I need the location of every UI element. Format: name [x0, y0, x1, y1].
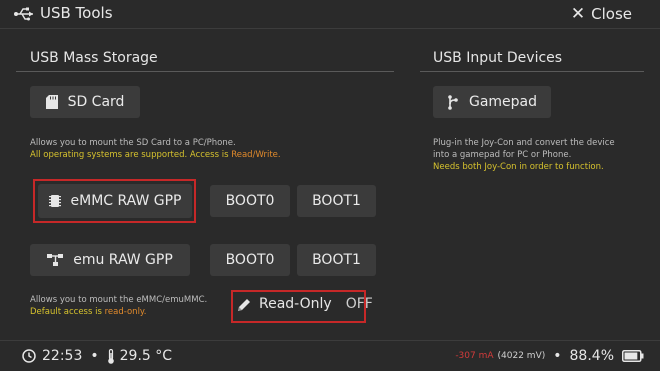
app-title: USB Tools: [40, 4, 113, 22]
emu-raw-gpp-button[interactable]: emu RAW GPP: [30, 244, 190, 276]
network-icon: [47, 253, 64, 267]
emmc-default-access: read-only.: [104, 307, 147, 317]
mass-storage-rule: [16, 71, 394, 72]
separator-dot: •: [90, 348, 99, 364]
thermometer-icon: [107, 348, 115, 364]
input-devices-rule: [420, 71, 644, 72]
read-only-highlight: [231, 290, 366, 323]
usb-icon: [14, 7, 33, 21]
separator-dot-2: •: [553, 348, 562, 364]
close-icon: ✕: [570, 4, 586, 24]
header-divider: [0, 28, 660, 29]
sd-desc-line2: All operating systems are supported. Acc…: [30, 150, 232, 160]
close-button[interactable]: ✕ Close: [571, 4, 632, 24]
selection-highlight: [33, 179, 196, 223]
battery-current: -307 mA: [455, 351, 494, 361]
input-devices-title: USB Input Devices: [433, 50, 563, 66]
sd-card-button[interactable]: SD Card: [30, 86, 140, 118]
sd-desc-line1: Allows you to mount the SD Card to a PC/…: [30, 138, 236, 148]
gamepad-desc-line2: into a gamepad for PC or Phone.: [433, 150, 572, 160]
battery-voltage: (4022 mV): [497, 351, 546, 361]
gamepad-desc-line3: Needs both Joy-Con in order to function.: [433, 162, 604, 172]
close-label: Close: [591, 5, 632, 23]
gamepad-label: Gamepad: [468, 94, 538, 110]
sd-card-label: SD Card: [67, 94, 125, 110]
emu-boot0-button[interactable]: BOOT0: [210, 244, 290, 276]
battery-icon: [622, 350, 644, 362]
emmc-boot1-button[interactable]: BOOT1: [297, 185, 376, 217]
mass-storage-title: USB Mass Storage: [30, 50, 158, 66]
temperature: 29.5 °C: [119, 348, 173, 364]
battery-percent: 88.4%: [569, 348, 614, 364]
emmc-description: Allows you to mount the eMMC/emuMMC. Def…: [30, 294, 207, 318]
emu-boot1-button[interactable]: BOOT1: [297, 244, 376, 276]
gamepad-button[interactable]: Gamepad: [433, 86, 551, 118]
gamepad-icon: [447, 94, 459, 110]
status-left: 22:53 • 29.5 °C: [22, 348, 172, 364]
clock-time: 22:53: [42, 348, 83, 364]
emmc-desc-line1: Allows you to mount the eMMC/emuMMC.: [30, 295, 208, 305]
sd-description: Allows you to mount the SD Card to a PC/…: [30, 137, 281, 161]
clock-icon: [22, 349, 36, 363]
gamepad-description: Plug-in the Joy-Con and convert the devi…: [433, 137, 615, 173]
emmc-desc-line2: Default access is: [30, 307, 105, 317]
sd-access-mode: Read/Write.: [231, 150, 281, 160]
gamepad-desc-line1: Plug-in the Joy-Con and convert the devi…: [433, 138, 615, 148]
status-divider: [0, 340, 660, 341]
status-right: -307 mA (4022 mV) • 88.4%: [455, 348, 644, 364]
sd-card-icon: [45, 95, 58, 109]
emu-raw-gpp-label: emu RAW GPP: [73, 252, 173, 268]
emmc-boot0-button[interactable]: BOOT0: [210, 185, 290, 217]
